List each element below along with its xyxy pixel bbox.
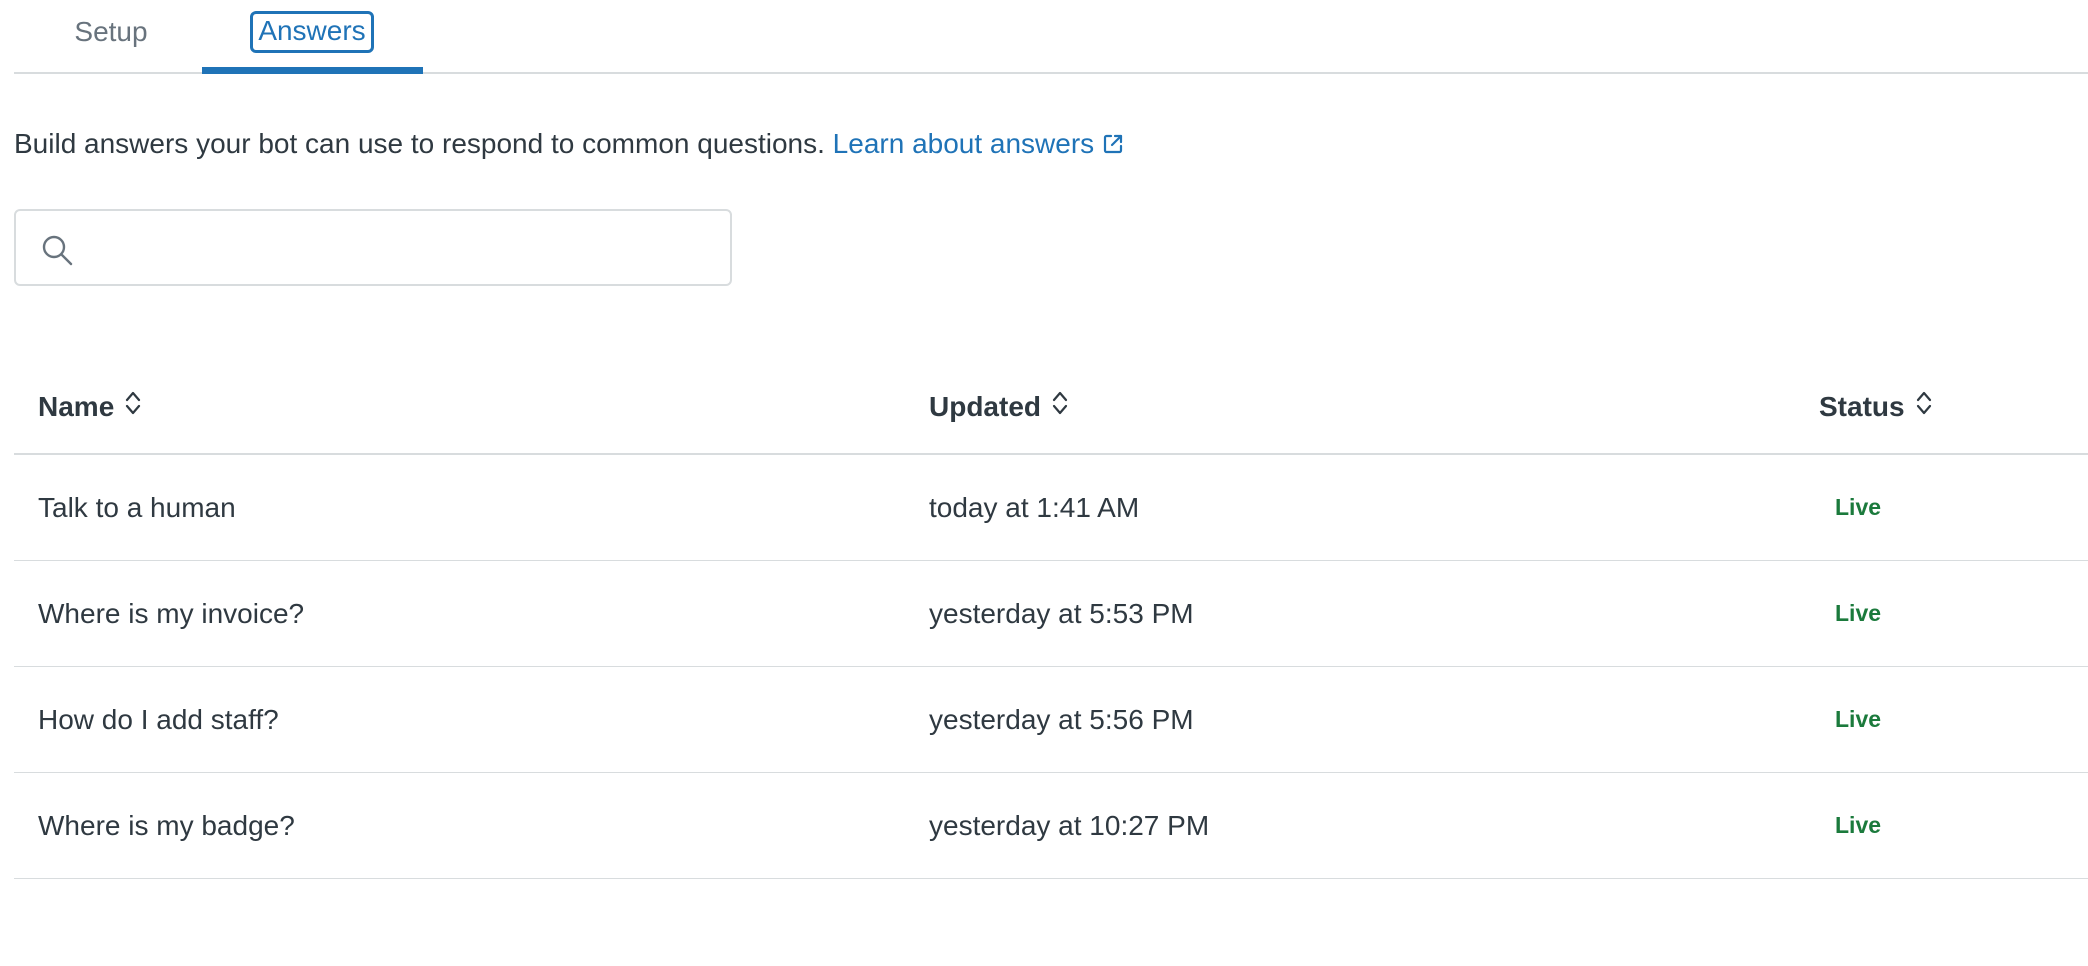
status-badge: Live [1835,494,1882,520]
sort-icon [1915,390,1933,423]
sort-icon [124,390,142,423]
answer-updated: yesterday at 5:53 PM [929,597,1194,629]
column-header-updated[interactable]: Updated [929,360,1069,453]
search-box [14,209,732,286]
status-badge: Live [1835,600,1882,626]
learn-about-answers-label: Learn about answers [832,128,1095,159]
status-badge: Live [1835,812,1882,838]
answer-updated: yesterday at 10:27 PM [929,809,1210,841]
table-row[interactable]: How do I add staff? yesterday at 5:56 PM… [14,667,2088,773]
table-header: Name Updated Status [14,360,2088,455]
table-row[interactable]: Talk to a human today at 1:41 AM Live [14,455,2088,561]
column-header-name[interactable]: Name [38,360,142,453]
table-row[interactable]: Where is my invoice? yesterday at 5:53 P… [14,561,2088,667]
answers-table: Name Updated Status Talk to a human toda… [14,360,2088,879]
answer-updated: today at 1:41 AM [929,491,1140,523]
tab-answers[interactable]: Answers [202,0,422,68]
answer-name[interactable]: Where is my badge? [38,773,295,878]
status-badge: Live [1835,706,1882,732]
tab-bar: Setup Answers [14,0,2088,74]
external-link-icon [1102,130,1124,162]
tab-setup[interactable]: Setup [56,0,166,68]
column-header-status-label: Status [1819,390,1905,422]
tab-setup-label: Setup [74,16,148,47]
page-description: Build answers your bot can use to respon… [14,128,1124,162]
active-tab-indicator [202,67,423,74]
sort-icon [1051,390,1069,423]
answer-name[interactable]: Talk to a human [38,455,236,560]
learn-about-answers-link[interactable]: Learn about answers [833,128,1125,159]
description-text: Build answers your bot can use to respon… [14,128,833,159]
answer-updated: yesterday at 5:56 PM [929,703,1194,735]
search-icon [40,233,74,272]
answer-name[interactable]: How do I add staff? [38,667,279,772]
tab-answers-label: Answers [250,11,374,53]
search-input[interactable] [86,223,720,275]
column-header-updated-label: Updated [929,390,1041,422]
column-header-status[interactable]: Status [1819,360,1933,453]
table-row[interactable]: Where is my badge? yesterday at 10:27 PM… [14,773,2088,879]
answer-name[interactable]: Where is my invoice? [38,561,304,666]
column-header-name-label: Name [38,390,115,422]
